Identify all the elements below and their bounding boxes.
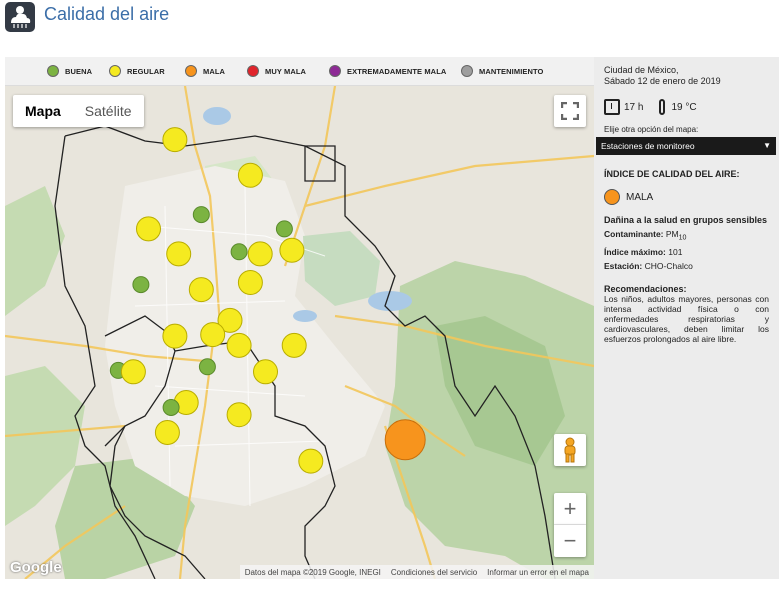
legend-item-mantenimiento: MANTENIMIENTO — [461, 65, 551, 77]
station-marker-regular[interactable] — [237, 162, 263, 188]
stations-layer — [109, 127, 426, 474]
weather-row: 17 h 19 °C — [604, 99, 769, 115]
station-marker-mala[interactable] — [384, 419, 426, 461]
station-marker-regular[interactable] — [120, 359, 146, 385]
station-marker-regular[interactable] — [281, 332, 307, 358]
max-index-label: Índice máximo: — [604, 246, 666, 257]
station-marker-buena[interactable] — [275, 220, 293, 238]
app-header: Calidad del aire — [0, 0, 779, 40]
air-quality-legend: BUENA REGULAR MALA MUY MALA EXTREMADAMENTE M… — [5, 57, 594, 86]
station-marker-regular[interactable] — [154, 420, 180, 445]
tab-satelite[interactable]: Satélite — [73, 95, 144, 127]
pollutant-row: Contaminante: PM10 — [604, 228, 769, 244]
zoom-in-button[interactable]: + — [554, 493, 586, 525]
hour-value: 17 h — [624, 101, 644, 113]
plus-icon: + — [563, 495, 577, 521]
city-label: Ciudad de México, — [604, 65, 679, 75]
map-type-tabs: Mapa Satélite — [13, 95, 144, 127]
dropdown-arrow-icon: ▼ — [763, 141, 771, 150]
station-marker-regular[interactable] — [226, 402, 252, 428]
station-value: CHO-Chalco — [644, 260, 693, 271]
station-marker-regular[interactable] — [166, 241, 192, 267]
pollutant-value: PM — [665, 229, 679, 239]
status-description: Dañina a la salud en grupos sensibles — [604, 215, 768, 225]
legend-label: EXTREMADAMENTE MALA — [347, 66, 447, 76]
date-label: Sábado 12 de enero de 2019 — [604, 76, 721, 86]
max-index-value: 101 — [668, 246, 683, 257]
max-index-row: Índice máximo: 101 — [604, 246, 769, 258]
thermometer-icon — [659, 99, 666, 115]
station-marker-buena[interactable] — [230, 243, 248, 261]
station-marker-buena[interactable] — [162, 399, 180, 416]
status-dot — [604, 189, 620, 205]
select-value: Estaciones de monitoreo — [601, 141, 695, 151]
station-marker-regular[interactable] — [226, 332, 252, 358]
station-marker-regular[interactable] — [162, 127, 188, 153]
station-marker-regular[interactable] — [188, 277, 214, 303]
legend-item-mala: MALA — [185, 65, 247, 77]
station-marker-buena[interactable] — [132, 276, 150, 294]
station-marker-buena[interactable] — [192, 206, 210, 224]
page-title: Calidad del aire — [44, 4, 170, 24]
legend-label: MANTENIMIENTO — [479, 66, 544, 76]
recommendations-text: Los niños, adultos mayores, personas con… — [604, 293, 769, 344]
pollutant-label: Contaminante: — [604, 229, 664, 239]
fullscreen-icon — [561, 102, 579, 120]
temperature-item: 19 °C — [649, 99, 697, 115]
legend-item-extremadamente-mala: EXTREMADAMENTE MALA — [329, 65, 461, 77]
station-marker-buena[interactable] — [198, 358, 216, 376]
map-attribution: Datos del mapa ©2019 Google, INEGI Condi… — [239, 565, 594, 579]
hour-item: 17 h — [604, 99, 643, 115]
zoom-out-button[interactable]: − — [554, 525, 586, 557]
legend-item-regular: REGULAR — [109, 65, 185, 77]
minus-icon: − — [563, 528, 577, 553]
temperature-value: 19 °C — [671, 101, 697, 113]
index-title: ÍNDICE DE CALIDAD DEL AIRE: — [604, 169, 740, 179]
status-text: MALA — [626, 191, 654, 203]
station-marker-regular[interactable] — [253, 359, 278, 385]
legend-label: BUENA — [65, 66, 93, 76]
legend-dot — [47, 65, 59, 77]
legend-label: MUY MALA — [265, 66, 307, 76]
terms-link[interactable]: Condiciones del servicio — [391, 568, 477, 577]
station-row: Estación: CHO-Chalco — [604, 260, 769, 272]
info-panel: Ciudad de México, Sábado 12 de enero de … — [594, 57, 779, 579]
quality-status: MALA — [604, 189, 769, 205]
legend-dot — [329, 65, 341, 77]
map-option-label: Elije otra opción del mapa: — [604, 125, 699, 134]
legend-dot — [185, 65, 197, 77]
legend-label: MALA — [203, 66, 226, 76]
station-marker-regular[interactable] — [200, 322, 226, 348]
street-view-button[interactable] — [554, 434, 586, 466]
google-logo: Google — [10, 559, 62, 576]
station-marker-regular[interactable] — [298, 448, 324, 474]
report-error-link[interactable]: Informar un error en el mapa — [487, 568, 589, 577]
station-label: Estación: — [604, 260, 643, 271]
clock-icon — [604, 99, 620, 115]
station-marker-regular[interactable] — [237, 270, 263, 295]
fullscreen-button[interactable] — [554, 95, 586, 127]
map-canvas[interactable] — [5, 86, 594, 579]
pegman-icon — [564, 437, 576, 463]
station-marker-regular[interactable] — [247, 241, 273, 267]
legend-dot — [247, 65, 259, 77]
station-marker-regular[interactable] — [279, 237, 305, 263]
pollutant-subscript: 10 — [678, 233, 687, 242]
legend-item-buena: BUENA — [47, 65, 109, 77]
cloud-icon — [5, 2, 35, 32]
map-panel: BUENA REGULAR MALA MUY MALA EXTREMADAMENTE M… — [5, 57, 594, 579]
legend-item-muy-mala: MUY MALA — [247, 65, 329, 77]
legend-dot — [461, 65, 473, 77]
map-option-select[interactable]: Estaciones de monitoreo ▼ — [596, 137, 776, 155]
map-data-credit: Datos del mapa ©2019 Google, INEGI — [244, 567, 381, 577]
tab-mapa[interactable]: Mapa — [13, 95, 73, 127]
station-marker-regular[interactable] — [162, 323, 188, 349]
legend-label: REGULAR — [127, 66, 165, 76]
recommendations-title: Recomendaciones: — [604, 283, 687, 294]
station-marker-regular[interactable] — [136, 216, 161, 242]
legend-dot — [109, 65, 121, 77]
